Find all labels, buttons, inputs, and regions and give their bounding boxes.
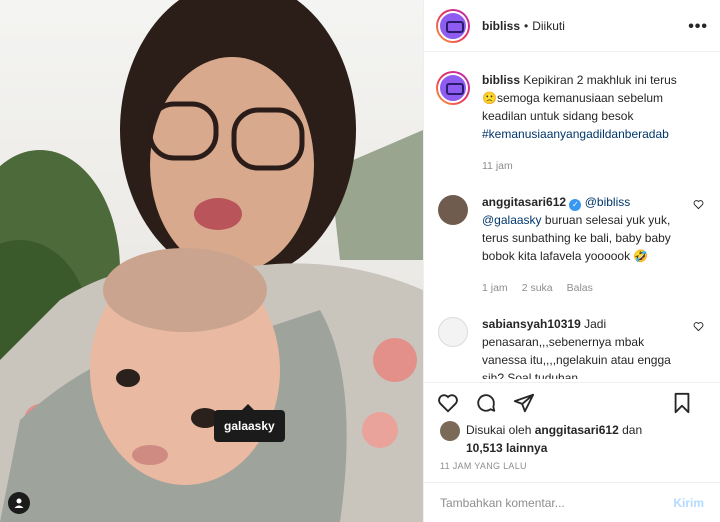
follow-state-button[interactable]: Diikuti bbox=[532, 19, 565, 33]
reply-button[interactable]: Balas bbox=[567, 279, 593, 297]
caption-username[interactable]: bibliss bbox=[482, 73, 520, 87]
likes-prefix: Disukai oleh bbox=[466, 423, 532, 437]
comment-composer: Kirim bbox=[424, 482, 720, 522]
more-options-icon[interactable]: ••• bbox=[688, 18, 708, 36]
caption-row: bibliss Kepikiran 2 makhluk ini terus 🙁s… bbox=[436, 53, 708, 175]
caption-avatar[interactable] bbox=[436, 71, 470, 105]
comment-mention[interactable]: @bibliss bbox=[585, 195, 631, 209]
save-bookmark-icon[interactable] bbox=[670, 391, 694, 415]
liker-username[interactable]: anggitasari612 bbox=[535, 423, 619, 437]
comment-likes[interactable]: 2 suka bbox=[522, 279, 553, 297]
comment-row: sabiansyah10319 Jadi penasaran,,,sebener… bbox=[436, 297, 708, 379]
verified-badge-icon: ✓ bbox=[569, 199, 582, 211]
user-tag-label[interactable]: galaasky bbox=[214, 404, 285, 442]
author-avatar[interactable] bbox=[436, 8, 470, 43]
post-panel: bibliss • Diikuti ••• bibliss Kepikiran … bbox=[423, 0, 720, 522]
like-comment-heart-icon[interactable] bbox=[693, 199, 704, 213]
like-heart-icon[interactable] bbox=[436, 391, 460, 415]
likes-conj: dan bbox=[622, 423, 643, 437]
header-separator: • bbox=[524, 18, 529, 33]
comment-input[interactable] bbox=[440, 495, 674, 510]
comment-bubble-icon[interactable] bbox=[474, 391, 498, 415]
likes-summary: Disukai oleh anggitasari612 dan 10,513 l… bbox=[440, 421, 686, 457]
share-paper-plane-icon[interactable] bbox=[512, 391, 536, 415]
author-username[interactable]: bibliss bbox=[482, 19, 520, 33]
comment-username[interactable]: anggitasari612 bbox=[482, 195, 566, 209]
user-tag-icon[interactable] bbox=[8, 492, 30, 514]
post-photo[interactable]: galaasky bbox=[0, 0, 423, 522]
comments-list[interactable]: bibliss Kepikiran 2 makhluk ini terus 🙁s… bbox=[424, 53, 720, 379]
commenter-avatar[interactable] bbox=[438, 317, 468, 347]
liker-avatar[interactable] bbox=[440, 421, 460, 441]
comment-time[interactable]: 1 jam bbox=[482, 279, 508, 297]
post-timestamp[interactable]: 11 JAM YANG LALU bbox=[440, 461, 527, 471]
comment-mention[interactable]: @galaasky bbox=[482, 213, 542, 227]
post-header: bibliss • Diikuti ••• bbox=[424, 0, 720, 52]
post-comment-button[interactable]: Kirim bbox=[673, 496, 704, 510]
caption-time[interactable]: 11 jam bbox=[482, 157, 513, 175]
comment-username[interactable]: sabiansyah10319 bbox=[482, 317, 581, 331]
photo-illustration bbox=[0, 0, 423, 522]
caption-hashtag[interactable]: #kemanusiaanyangadildanberadab bbox=[482, 127, 669, 141]
likes-others-link[interactable]: 10,513 lainnya bbox=[466, 441, 547, 455]
post-actions bbox=[424, 382, 720, 422]
commenter-avatar[interactable] bbox=[438, 195, 468, 225]
comment-row: anggitasari612 ✓ @bibliss @galaasky buru… bbox=[436, 175, 708, 297]
like-comment-heart-icon[interactable] bbox=[693, 321, 704, 335]
